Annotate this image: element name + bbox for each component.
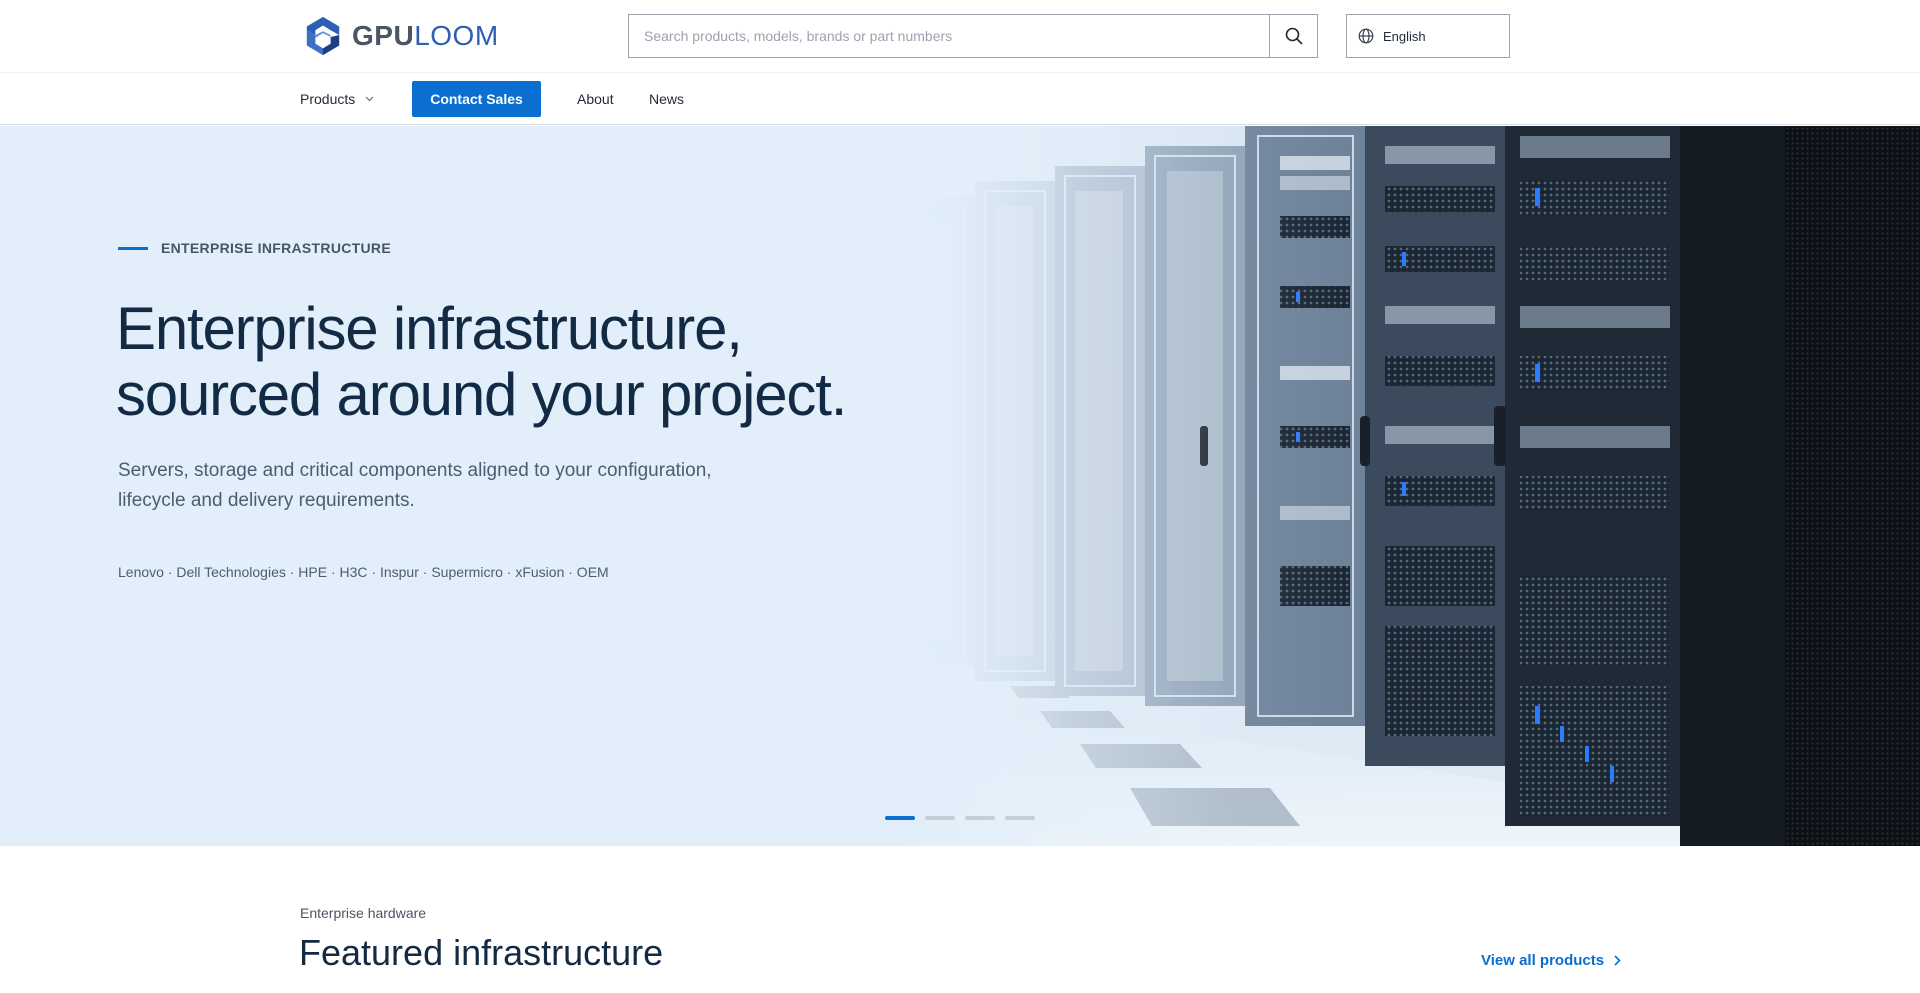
- hero-eyebrow: ENTERPRISE INFRASTRUCTURE: [118, 240, 391, 256]
- hero-banner: ENTERPRISE INFRASTRUCTURE Enterprise inf…: [0, 126, 1920, 846]
- view-all-products-link[interactable]: View all products: [1481, 952, 1621, 969]
- nav-products-label: Products: [300, 91, 356, 107]
- language-label: English: [1383, 28, 1426, 44]
- view-all-label: View all products: [1481, 952, 1605, 969]
- site-logo[interactable]: GPU LOOM: [302, 14, 499, 58]
- eyebrow-text: ENTERPRISE INFRASTRUCTURE: [161, 240, 391, 256]
- carousel-dot-2[interactable]: [925, 816, 955, 820]
- search-bar: [628, 14, 1318, 58]
- contact-sales-button[interactable]: Contact Sales: [412, 81, 541, 117]
- logo-text-loom: LOOM: [414, 20, 499, 51]
- carousel-dot-3[interactable]: [965, 816, 995, 820]
- hero-title: Enterprise infrastructure, sourced aroun…: [116, 296, 876, 428]
- carousel-dot-4[interactable]: [1005, 816, 1035, 820]
- search-input[interactable]: [629, 15, 1269, 57]
- search-icon: [1285, 27, 1302, 45]
- search-button[interactable]: [1269, 15, 1317, 57]
- hero-title-line-2: sourced around your project.: [116, 361, 847, 428]
- featured-kicker: Enterprise hardware: [300, 905, 427, 921]
- carousel-indicators: [885, 816, 1035, 820]
- logo-text-gpu: GPU: [352, 20, 415, 51]
- nav-products[interactable]: Products: [300, 73, 374, 125]
- nav-news[interactable]: News: [649, 73, 684, 125]
- main-nav: Products Contact Sales About News: [0, 72, 1920, 125]
- logo-mark-icon: [306, 16, 340, 56]
- logo-wordmark: GPU LOOM: [352, 22, 499, 50]
- hero-title-line-1: Enterprise infrastructure,: [116, 295, 743, 362]
- featured-title: Featured infrastructure: [299, 932, 664, 973]
- hero-subtitle-line-2: lifecycle and delivery requirements.: [118, 490, 415, 511]
- top-header: GPU LOOM English: [0, 0, 1920, 72]
- globe-icon: [1358, 28, 1374, 44]
- chevron-down-icon: [365, 96, 374, 102]
- language-selector[interactable]: English: [1346, 14, 1510, 58]
- hero-subtitle-line-1: Servers, storage and critical components…: [118, 460, 712, 481]
- hero-subtitle: Servers, storage and critical components…: [118, 456, 758, 516]
- hero-brand-list: Lenovo · Dell Technologies · HPE · H3C ·…: [118, 564, 609, 580]
- eyebrow-accent-line: [118, 246, 148, 250]
- nav-about[interactable]: About: [577, 73, 614, 125]
- carousel-dot-1[interactable]: [885, 816, 915, 820]
- chevron-right-icon: [1614, 955, 1621, 966]
